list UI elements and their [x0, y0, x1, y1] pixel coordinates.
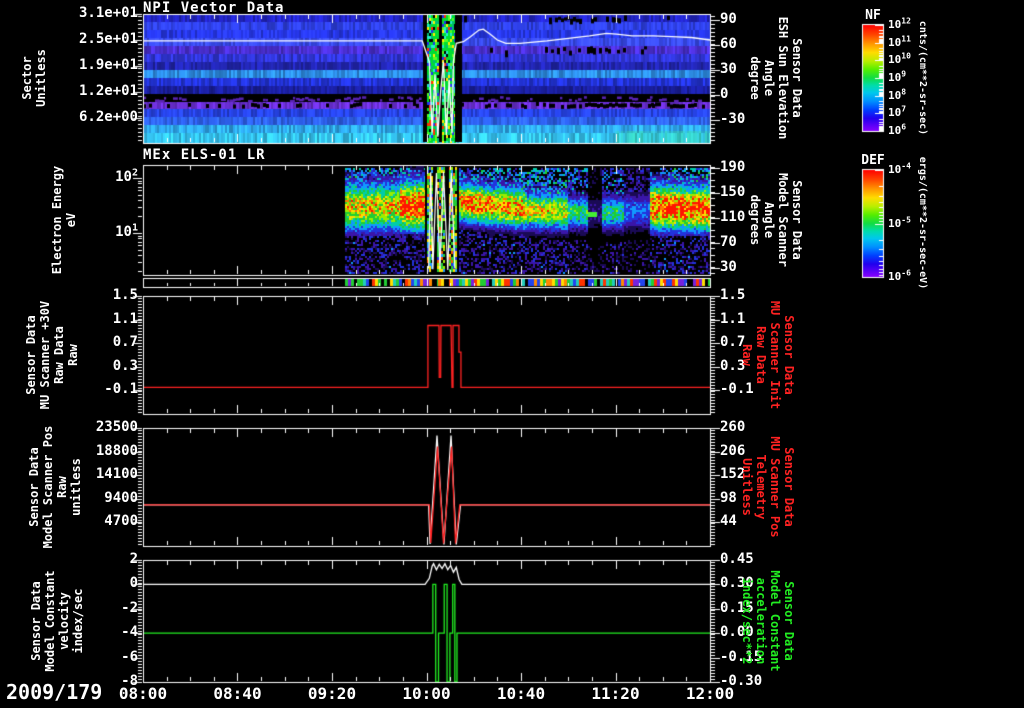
axis-title-line: MU Scanner Init [768, 300, 782, 410]
axis-title-line: Model Scanner [776, 173, 790, 267]
p4-right-tick-0: 260 [720, 419, 746, 435]
axis-title-line: Telemetry [754, 454, 768, 520]
axis-title-line: Sensor Data [29, 581, 43, 661]
p4-left-axis-title: Sensor Data Model Scanner Pos Raw unitless [27, 426, 83, 549]
colorbar-nf-tick-1: 1011 [888, 34, 911, 49]
axis-title-line: MU Scanner +30V [38, 300, 52, 410]
axis-title-line: index/sec**2 [740, 577, 754, 665]
axis-title-line: Sensor Data [27, 447, 41, 527]
colorbar-nf-title: NF [865, 8, 881, 23]
colorbar-nf-unit-label: cnts/(cm**2-sr-sec) [917, 20, 928, 136]
p1-left-tick-0: 3.1e+01 [78, 5, 138, 21]
x-axis-tick-label-6: 12:00 [685, 684, 735, 703]
axis-title-line: Raw Data [52, 326, 66, 384]
p1-left-tick-4: 6.2e+00 [78, 109, 138, 125]
p5-right-axis-title: Sensor Data Model Constant acceleration ind… [740, 570, 796, 671]
axis-title-line: Sensor Data [24, 315, 38, 395]
p1-left-tick-1: 2.5e+01 [78, 31, 138, 47]
p2-right-axis-title: Sensor Data Model Scanner Angle degrees [748, 173, 804, 267]
axis-title-line: Sensor Data [790, 38, 804, 118]
axis-title-line: Model Constant [43, 570, 57, 672]
axis-title-line: degree [748, 56, 762, 100]
colorbar-nf-tick-4: 108 [888, 87, 907, 102]
plot-canvas [0, 0, 1024, 708]
axis-title-line: Unitless [740, 458, 754, 516]
colorbar-nf-tick-5: 107 [888, 104, 907, 120]
axis-title-line: Model Scanner Pos [41, 425, 55, 549]
p3-left-axis-title: Sensor Data MU Scanner +30V Raw Data Raw [24, 301, 80, 409]
p1-left-axis-title: Sector Unitless [20, 49, 48, 107]
multi-panel-plot-page: NPI Vector Data MEx ELS-01 LR 2009/179 N… [0, 0, 1024, 708]
axis-title-line: degrees [748, 194, 762, 246]
colorbar-def-unit-label: ergs/(cm**2-sr-sec-eV) [917, 156, 928, 290]
axis-title-line: MU Scanner Pos [768, 436, 782, 538]
axis-title-line: Model Constant [768, 570, 782, 672]
colorbar-def-tick-0: 10-4 [888, 161, 911, 176]
axis-title-line: acceleration [754, 577, 768, 665]
axis-title-line: Sensor Data [782, 581, 796, 661]
axis-title-line: ESH Sun Elevation [776, 16, 790, 140]
x-axis-tick-label-2: 09:20 [307, 684, 357, 703]
p1-left-tick-3: 1.2e+01 [78, 83, 138, 99]
axis-title-line: Electron Energy [50, 165, 64, 275]
axis-title-line: Raw Data [754, 326, 768, 384]
axis-title-line: Angle [762, 201, 776, 239]
axis-title-line: Sensor Data [782, 447, 796, 527]
colorbar-def-tick-1: 10-5 [888, 214, 911, 230]
p2-left-axis-title: Electron Energy eV [50, 166, 78, 274]
colorbar-def-tick-2: 10-6 [888, 268, 911, 283]
p5-left-axis-title: Sensor Data Model Constant velocity index/s… [29, 570, 85, 671]
panel1-title: NPI Vector Data [143, 0, 285, 16]
axis-title-line: Raw [55, 476, 69, 498]
colorbar-def-title: DEF [861, 153, 885, 168]
axis-title-line: unitless [69, 458, 83, 516]
p1-right-axis-title: Sensor Data ESH Sun Elevation Angle degree [748, 17, 804, 140]
axis-title-line: Raw [740, 344, 754, 366]
p5-right-tick-0: 0.45 [720, 551, 754, 567]
x-axis-tick-label-4: 10:40 [496, 684, 546, 703]
colorbar-nf-tick-3: 109 [888, 69, 907, 84]
p4-right-axis-title: Sensor Data MU Scanner Pos Telemetry Unitle… [740, 436, 796, 537]
p1-left-tick-2: 1.9e+01 [78, 57, 138, 73]
x-axis-tick-label-0: 08:00 [118, 684, 168, 703]
p5-left-tick-0: 2 [129, 551, 138, 567]
axis-title-line: index/sec [71, 588, 85, 654]
axis-title-line: eV [64, 212, 78, 228]
x-axis-tick-label-3: 10:00 [402, 684, 451, 703]
p3-right-axis-title: Sensor Data MU Scanner Init Raw Data Raw [740, 301, 796, 409]
axis-title-line: Unitless [34, 49, 48, 107]
colorbar-nf-tick-0: 1012 [888, 16, 911, 31]
colorbar-nf-tick-2: 1010 [888, 51, 911, 67]
x-axis-tick-label-5: 11:20 [591, 684, 640, 703]
axis-title-line: Sector [20, 56, 34, 100]
axis-title-line: Raw [66, 344, 80, 366]
axis-title-line: Angle [762, 59, 776, 97]
colorbar-nf-tick-6: 106 [888, 122, 907, 137]
axis-title-line: Sensor Data [790, 180, 804, 260]
axis-title-line: Sensor Data [782, 315, 796, 395]
x-axis-tick-label-1: 08:40 [213, 684, 262, 703]
axis-title-line: velocity [57, 592, 71, 650]
panel2-title: MEx ELS-01 LR [143, 147, 266, 163]
